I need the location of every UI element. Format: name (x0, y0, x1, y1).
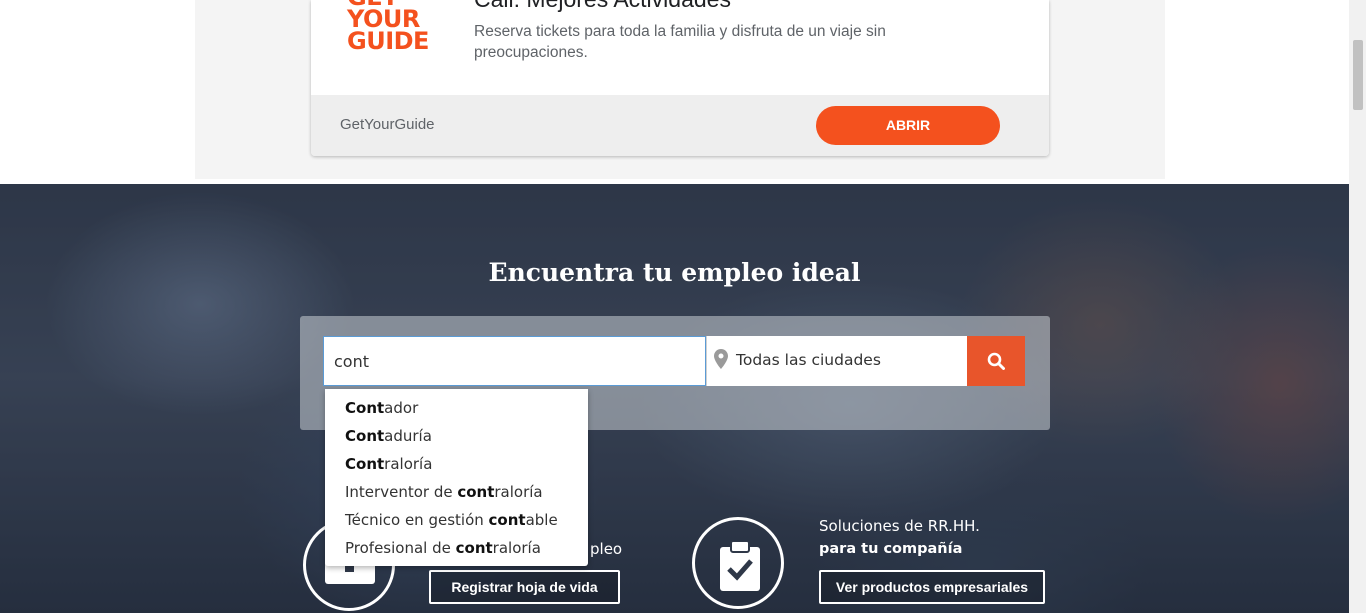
suggestion-item[interactable]: Contador (325, 394, 588, 422)
ad-open-button[interactable]: ABRIR (816, 106, 1000, 145)
suggestion-item[interactable]: Interventor de contraloría (325, 478, 588, 506)
hero-title: Encuentra tu empleo ideal (488, 258, 861, 287)
ad-container: GET YOUR GUIDE Cali: Mejores Actividades… (195, 0, 1165, 179)
view-products-button[interactable]: Ver productos empresariales (819, 570, 1045, 604)
getyourguide-logo: GET YOUR GUIDE (347, 0, 439, 60)
city-select[interactable]: Todas las ciudades (706, 336, 967, 386)
suggestion-item[interactable]: Contaduría (325, 422, 588, 450)
job-search-input[interactable] (323, 336, 706, 386)
ad-brand: GetYourGuide (340, 116, 435, 133)
register-cv-button[interactable]: Registrar hoja de vida (429, 570, 620, 604)
cv-feature-text: pleo (590, 540, 623, 558)
ad-card[interactable]: GET YOUR GUIDE Cali: Mejores Actividades… (311, 0, 1049, 156)
map-pin-icon (714, 349, 728, 369)
logo-line-3: GUIDE (347, 27, 429, 55)
clipboard-check-icon (720, 541, 760, 591)
suggestion-item[interactable]: Técnico en gestión contable (325, 506, 588, 534)
search-button[interactable] (967, 336, 1025, 386)
scrollbar[interactable] (1349, 0, 1366, 613)
hero-section: Encuentra tu empleo ideal Todas las ciud… (0, 184, 1349, 613)
autocomplete-dropdown: Contador Contaduría Contraloría Interven… (325, 389, 588, 566)
city-select-value: Todas las ciudades (736, 351, 881, 369)
suggestion-item[interactable]: Profesional de contraloría (325, 534, 588, 562)
ad-title[interactable]: Cali: Mejores Actividades (474, 0, 731, 13)
hr-solutions-subtitle: para tu compañía (819, 541, 963, 557)
suggestion-item[interactable]: Contraloría (325, 450, 588, 478)
hr-solutions-title: Soluciones de RR.HH. (819, 517, 980, 535)
scrollbar-thumb[interactable] (1353, 40, 1363, 110)
ad-description: Reserva tickets para toda la familia y d… (474, 23, 886, 61)
search-icon (987, 352, 1005, 370)
ad-footer: GetYourGuide ABRIR (311, 95, 1049, 156)
